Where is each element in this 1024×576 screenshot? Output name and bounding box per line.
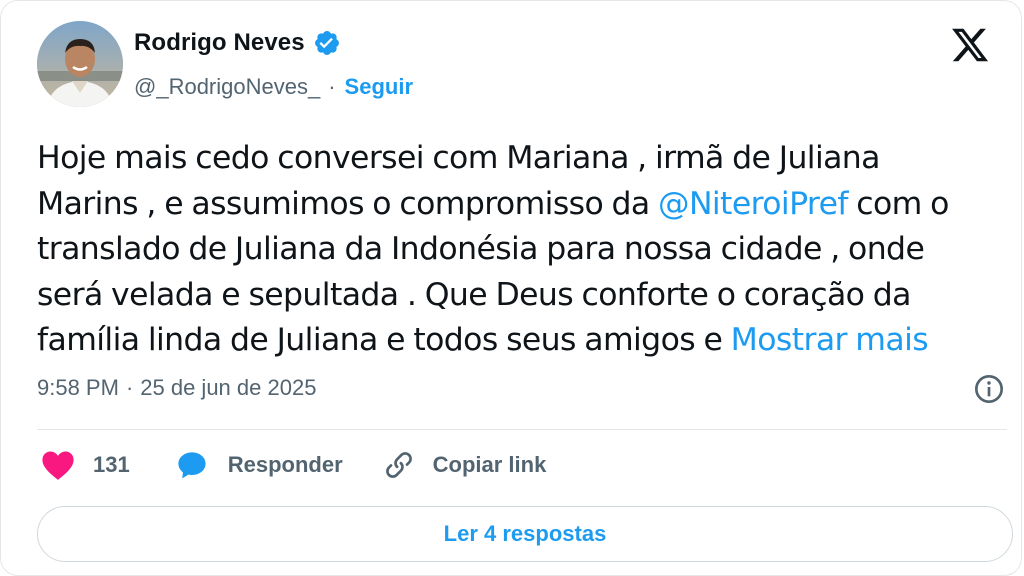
show-more-link[interactable]: Mostrar mais [731, 322, 929, 358]
avatar[interactable] [37, 21, 123, 107]
reply-button[interactable]: Responder [176, 449, 343, 481]
handle-separator: · [328, 74, 336, 99]
heart-icon [41, 449, 75, 481]
info-icon[interactable] [973, 373, 1005, 405]
tweet-text-segment: com o [847, 185, 949, 222]
tweet-date[interactable]: 25 de jun de 2025 [140, 375, 316, 401]
reply-label: Responder [227, 452, 343, 477]
tweet-card: Rodrigo Neves @_RodrigoNeves_ · Seguir H… [0, 0, 1022, 576]
copy-link-button[interactable]: Copiar link [383, 449, 547, 481]
like-button[interactable]: 131 [41, 449, 130, 481]
tweet-line: Marins , e assumimos o compromisso da @N… [37, 182, 1012, 228]
copy-link-label: Copiar link [432, 452, 547, 477]
divider [37, 429, 1007, 430]
author-handle[interactable]: @_RodrigoNeves_ [134, 74, 320, 100]
tweet-text-segment: Marins , e assumimos o compromisso da [37, 185, 659, 222]
verified-badge-icon [313, 29, 341, 57]
link-icon [383, 449, 415, 481]
mention-link[interactable]: @NiteroiPref [658, 186, 848, 222]
timestamp[interactable]: 9:58 PM · 25 de jun de 2025 [37, 375, 316, 401]
like-count: 131 [93, 452, 130, 477]
reply-bubble-icon [176, 449, 208, 481]
tweet-text: Hoje mais cedo conversei com Mariana , i… [37, 136, 1012, 364]
follow-button[interactable]: Seguir [345, 74, 413, 100]
tweet-line: Hoje mais cedo conversei com Mariana , i… [37, 140, 880, 176]
tweet-line: família linda de Juliana e todos seus am… [37, 318, 1012, 364]
actions-bar: 131 Responder Copiar link [41, 449, 546, 481]
tweet-text-segment: família linda de Juliana e todos seus am… [37, 322, 731, 358]
handle-row: @_RodrigoNeves_ · Seguir [134, 74, 413, 100]
tweet-line: translado de Juliana da Indonésia para n… [37, 231, 925, 267]
author-name-row: Rodrigo Neves [134, 29, 341, 57]
x-logo-icon[interactable] [949, 25, 991, 65]
author-name[interactable]: Rodrigo Neves [134, 29, 305, 57]
tweet-line: será velada e sepultada . Que Deus confo… [37, 276, 911, 313]
tweet-time[interactable]: 9:58 PM [37, 375, 119, 401]
timestamp-separator: · [125, 375, 134, 400]
read-replies-button[interactable]: Ler 4 respostas [37, 506, 1013, 562]
